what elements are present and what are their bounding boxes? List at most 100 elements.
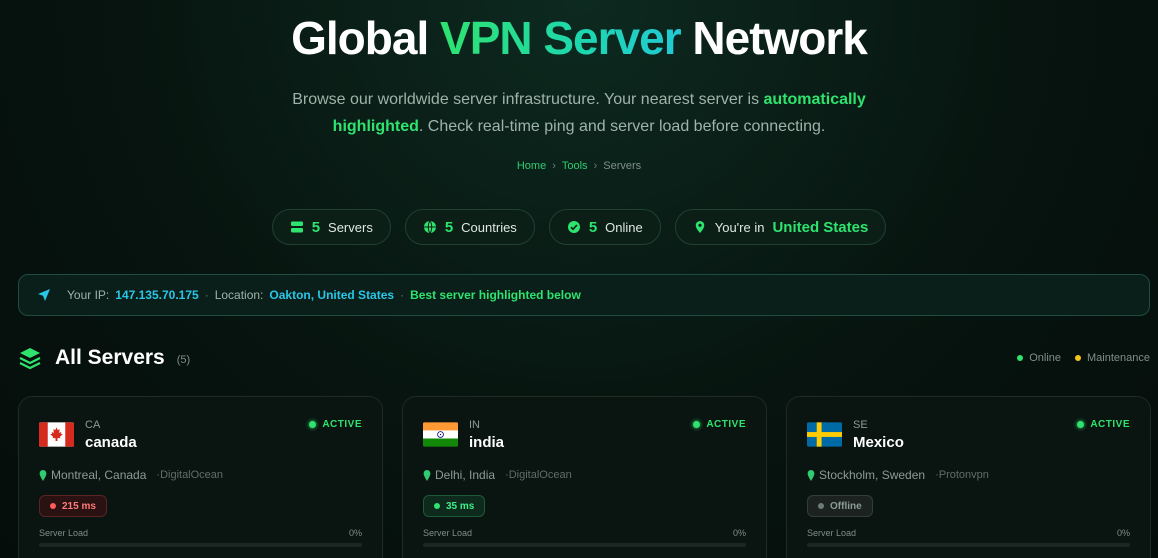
stat-countries: 5 Countries (404, 209, 535, 245)
server-load-value: 0% (1116, 528, 1130, 538)
server-status: ACTIVE (309, 419, 362, 430)
server-location: Montreal, Canada ·DigitalOcean (39, 468, 223, 482)
title-part: Global (291, 12, 441, 64)
page-subtitle: Browse our worldwide server infrastructu… (269, 86, 889, 140)
stat-online-label: Online (605, 219, 643, 235)
stat-location-label: You're in (714, 219, 765, 235)
ping-dot-icon (50, 503, 56, 509)
subtitle-text: . Check real-time ping and server load b… (418, 118, 826, 135)
legend-online-label: Online (1029, 352, 1061, 364)
ip-value: 147.135.70.175 (115, 288, 199, 302)
server-city: Stockholm, Sweden (819, 468, 926, 482)
stat-servers-label: Servers (328, 219, 373, 235)
best-server-note: Best server highlighted below (410, 288, 581, 302)
section-count: (5) (176, 354, 191, 366)
separator-dot: · (400, 288, 405, 302)
server-city: Delhi, India (435, 468, 496, 482)
server-status-label: ACTIVE (706, 419, 746, 430)
server-load-label: Server Load (39, 528, 89, 538)
server-status: ACTIVE (1077, 419, 1130, 430)
server-cards: CA canada ACTIVE Montreal, Canada ·Digit… (18, 396, 1151, 558)
server-country-code: SE (853, 419, 868, 431)
server-name: canada (85, 434, 137, 451)
ping-value: Offline (830, 500, 862, 512)
title-part: Network (680, 12, 868, 64)
globe-icon (423, 220, 436, 234)
server-provider: ·DigitalOcean (505, 469, 572, 481)
server-location: Stockholm, Sweden ·Protonvpn (807, 468, 989, 482)
breadcrumb-tools[interactable]: Tools (562, 160, 588, 172)
page-title: Global VPN Server Network (0, 12, 1158, 64)
legend-maintenance-label: Maintenance (1087, 352, 1150, 364)
layers-icon (19, 348, 41, 370)
india-flag-icon (423, 422, 458, 447)
location-value: Oakton, United States (269, 288, 395, 302)
server-load-bar (39, 543, 362, 547)
online-dot-icon (1017, 355, 1024, 361)
server-load-value: 0% (732, 528, 746, 538)
server-location: Delhi, India ·DigitalOcean (423, 468, 572, 482)
server-status: ACTIVE (693, 419, 746, 430)
stat-countries-count: 5 (444, 218, 454, 236)
subtitle-text: Browse our worldwide server infrastructu… (292, 91, 764, 108)
location-label: Location: (214, 288, 264, 302)
status-dot-icon (693, 421, 701, 428)
canada-flag-icon (39, 422, 74, 447)
map-pin-icon (39, 469, 47, 481)
navigation-arrow-icon (38, 289, 50, 301)
check-circle-icon (567, 221, 580, 233)
server-load-value: 0% (348, 528, 362, 538)
stats-row: 5 Servers 5 Countries 5 Online You're in… (0, 209, 1158, 245)
server-name: india (469, 434, 505, 451)
server-card[interactable]: SE Mexico ACTIVE Stockholm, Sweden ·Prot… (786, 396, 1151, 558)
server-country-code: IN (469, 419, 480, 431)
server-provider-label: DigitalOcean (160, 469, 224, 481)
stat-servers: 5 Servers (271, 209, 391, 245)
server-load-label: Server Load (423, 528, 473, 538)
ping-dot-icon (434, 503, 440, 509)
status-dot-icon (309, 421, 317, 428)
server-city: Montreal, Canada (51, 468, 147, 482)
ping-value: 215 ms (62, 500, 96, 512)
ip-label: Your IP: (67, 288, 110, 302)
breadcrumb-home[interactable]: Home (517, 160, 546, 172)
server-provider: ·DigitalOcean (156, 469, 224, 481)
map-pin-icon (423, 469, 431, 481)
stat-servers-count: 5 (311, 218, 321, 236)
status-dot-icon (1077, 421, 1085, 428)
title-accent: VPN Server (440, 12, 682, 64)
server-icon (290, 221, 303, 233)
legend-maintenance: Maintenance (1075, 352, 1150, 364)
chevron-right-icon: › (552, 160, 556, 172)
breadcrumb: Home › Tools › Servers (0, 160, 1158, 172)
servers-section-header: All Servers (5) Online Maintenance (18, 344, 1150, 372)
server-country-code: CA (85, 419, 101, 431)
ping-value: 35 ms (446, 500, 475, 512)
map-pin-icon (695, 221, 705, 233)
server-load-bar (807, 543, 1130, 547)
server-name: Mexico (853, 434, 904, 451)
hero: Global VPN Server Network Browse our wor… (0, 0, 1158, 245)
ping-badge: 35 ms (423, 495, 486, 517)
status-legend: Online Maintenance (1017, 352, 1150, 364)
stat-online-count: 5 (588, 218, 598, 236)
map-pin-icon (807, 469, 815, 481)
server-load-bar (423, 543, 746, 547)
server-provider-label: DigitalOcean (508, 469, 572, 481)
server-card[interactable]: IN india ACTIVE Delhi, India ·DigitalOce… (402, 396, 767, 558)
sweden-flag-icon (807, 422, 842, 447)
server-card[interactable]: CA canada ACTIVE Montreal, Canada ·Digit… (18, 396, 383, 558)
chevron-right-icon: › (593, 160, 598, 172)
stat-countries-label: Countries (461, 219, 517, 235)
breadcrumb-current: Servers (603, 160, 642, 172)
offline-dot-icon (818, 503, 824, 509)
server-status-label: ACTIVE (1090, 419, 1130, 430)
separator-dot: · (204, 288, 209, 302)
section-title: All Servers (55, 346, 165, 369)
ip-info-bar: Your IP: 147.135.70.175 · Location: Oakt… (18, 274, 1150, 316)
server-status-label: ACTIVE (322, 419, 362, 430)
ping-badge: 215 ms (39, 495, 107, 517)
stat-online: 5 Online (548, 209, 661, 245)
ping-badge: Offline (807, 495, 873, 517)
maintenance-dot-icon (1075, 355, 1081, 361)
